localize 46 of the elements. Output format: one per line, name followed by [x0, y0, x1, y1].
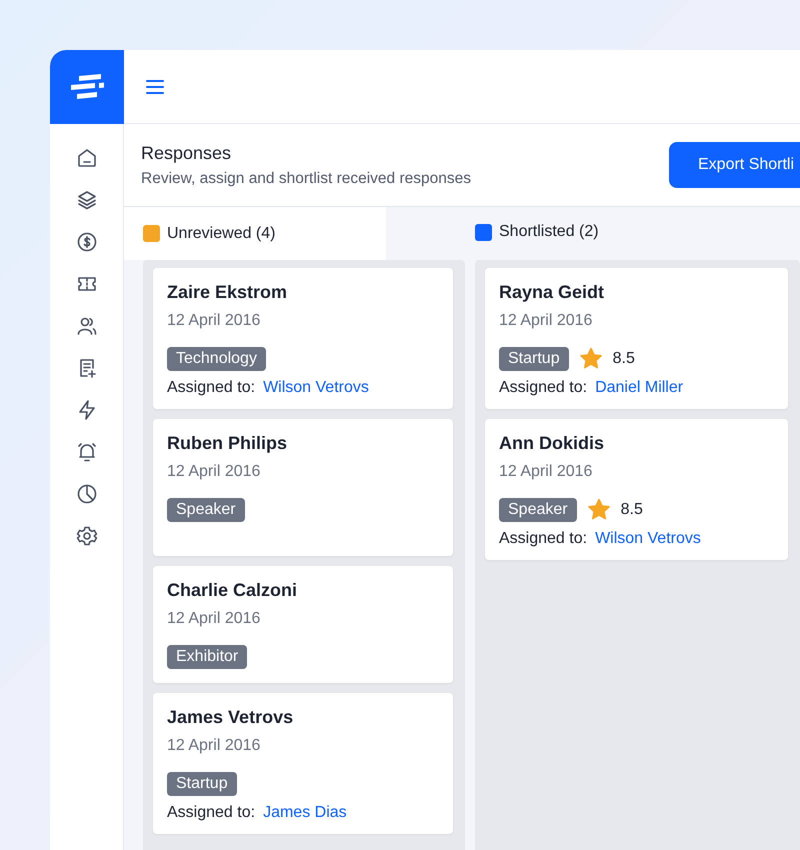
star-icon — [578, 347, 603, 371]
respondent-name: Ann Dokidis — [499, 433, 606, 454]
assigned-label: Assigned to: — [499, 530, 588, 548]
response-date: 12 April 2016 — [499, 463, 594, 481]
response-date: 12 April 2016 — [167, 463, 262, 481]
logo-icon — [68, 73, 104, 101]
category-tag: Startup — [499, 347, 569, 371]
category-tag: Speaker — [499, 498, 577, 522]
page-subtitle: Review, assign and shortlist received responses — [141, 170, 471, 188]
star-icon — [586, 498, 611, 522]
dollar-icon[interactable] — [74, 230, 98, 254]
response-date: 12 April 2016 — [499, 312, 594, 330]
column-title: Unreviewed (4) — [167, 224, 276, 242]
response-card[interactable]: James Vetrovs 12 April 2016 Startup Assigned to: James Dias — [153, 693, 453, 834]
column-title: Shortlisted (2) — [499, 223, 599, 241]
category-tag: Speaker — [167, 498, 245, 522]
assigned-label: Assigned to: — [167, 379, 256, 397]
response-date: 12 April 2016 — [167, 610, 262, 628]
export-button[interactable]: Export Shortli — [669, 142, 800, 188]
respondent-name: Rayna Geidt — [499, 282, 606, 303]
assigned-label: Assigned to: — [499, 379, 588, 397]
respondent-name: Charlie Calzoni — [167, 580, 298, 601]
assignee-link[interactable]: Daniel Miller — [595, 379, 684, 397]
assignee-link[interactable]: James Dias — [263, 804, 347, 822]
menu-icon[interactable] — [146, 78, 164, 94]
page-title: Responses — [141, 142, 232, 164]
response-card[interactable]: Rayna Geidt 12 April 2016 Startup 8.5 Assigned to: Daniel Miller — [485, 268, 788, 409]
category-tag: Technology — [167, 347, 266, 371]
rating-score: 8.5 — [620, 501, 643, 519]
respondent-name: Ruben Philips — [167, 433, 288, 454]
category-tag: Exhibitor — [167, 645, 248, 669]
rating-score: 8.5 — [612, 350, 635, 368]
response-date: 12 April 2016 — [167, 737, 262, 755]
assignee-link[interactable]: Wilson Vetrovs — [263, 379, 369, 397]
assigned-label: Assigned to: — [167, 804, 256, 822]
respondent-name: James Vetrovs — [167, 707, 294, 728]
response-card[interactable]: Charlie Calzoni 12 April 2016 Exhibitor — [153, 566, 453, 683]
settings-icon[interactable] — [74, 524, 98, 548]
response-card[interactable]: Ann Dokidis 12 April 2016 Speaker 8.5 Assigned to: Wilson Vetrovs — [485, 419, 788, 560]
response-date: 12 April 2016 — [167, 312, 262, 330]
pie-chart-icon[interactable] — [74, 482, 98, 506]
response-card[interactable]: Zaire Ekstrom 12 April 2016 Technology Assigned to: Wilson Vetrovs — [153, 268, 453, 409]
assignee-link[interactable]: Wilson Vetrovs — [595, 530, 701, 548]
respondent-name: Zaire Ekstrom — [167, 282, 288, 303]
category-tag: Startup — [167, 772, 237, 796]
response-card[interactable]: Ruben Philips 12 April 2016 Speaker — [153, 419, 453, 556]
